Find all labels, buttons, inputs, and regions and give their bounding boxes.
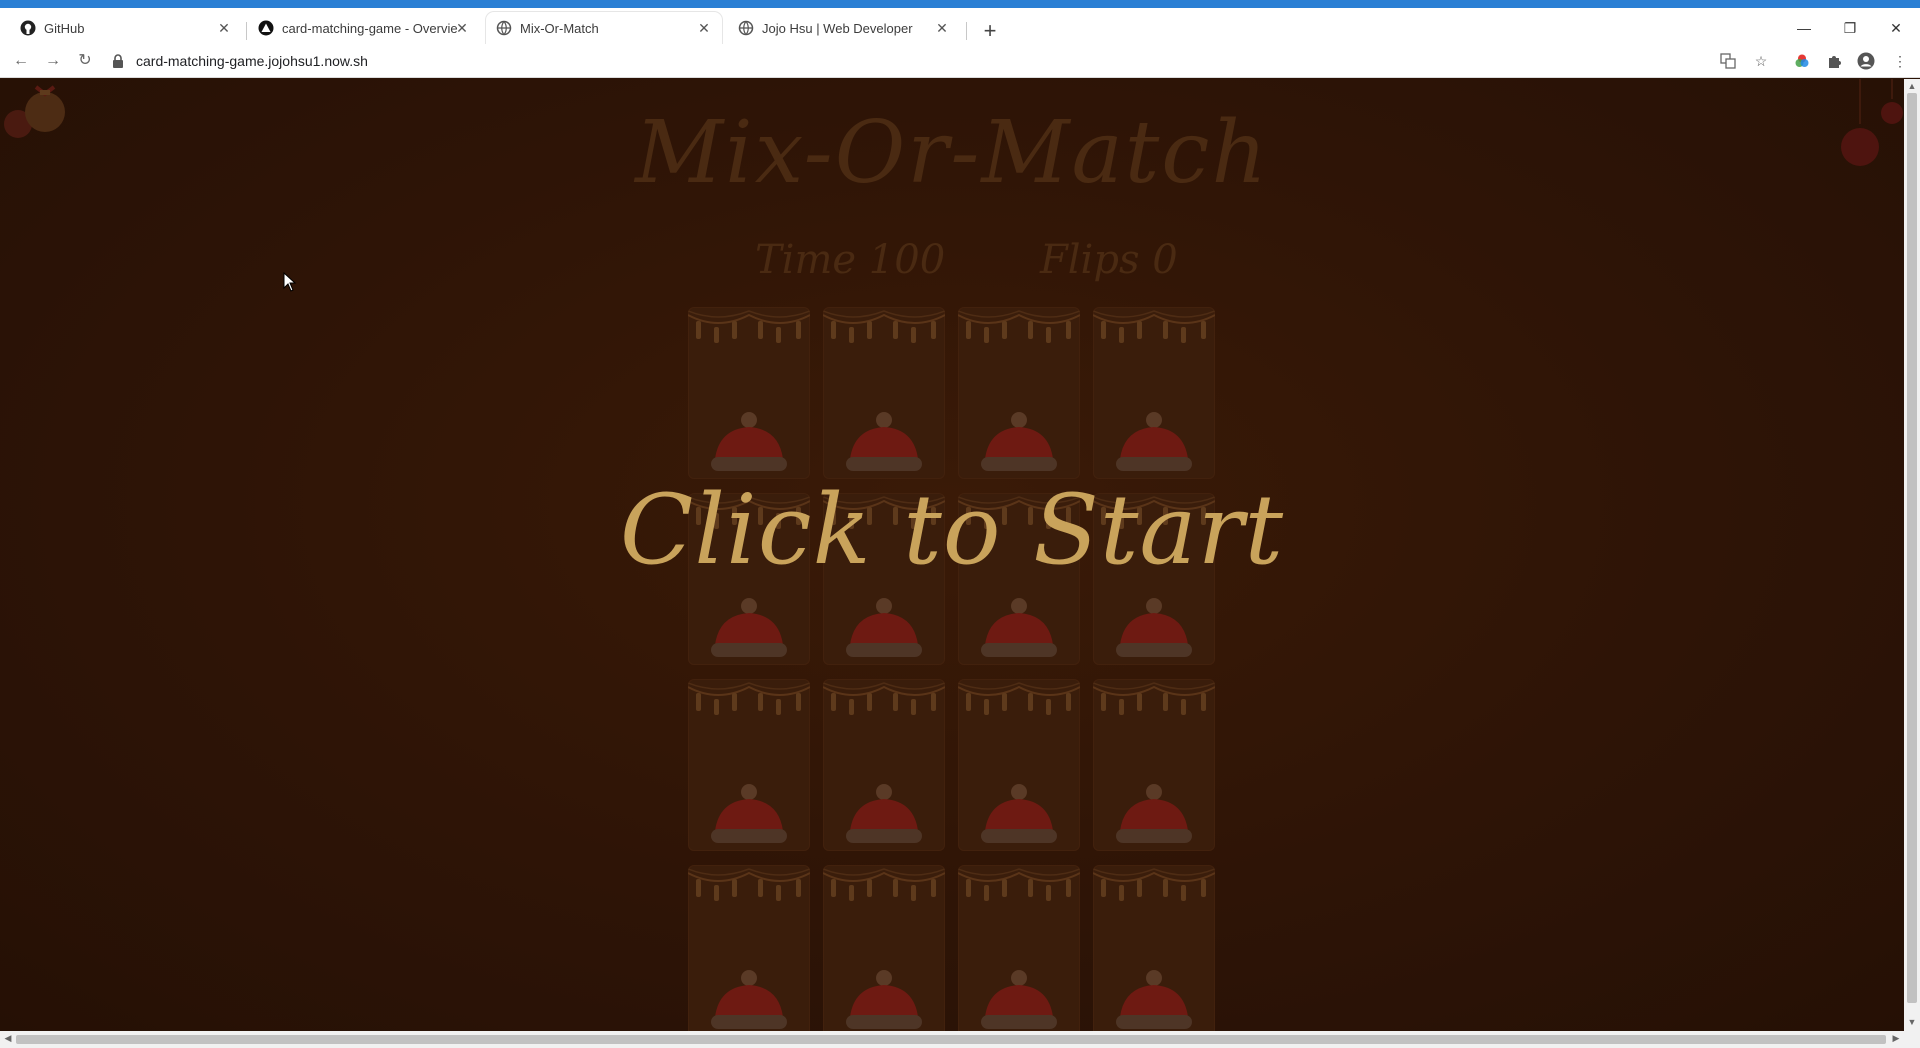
- scroll-down-arrow-icon[interactable]: ▼: [1904, 1017, 1920, 1027]
- tab-title: GitHub: [44, 20, 85, 36]
- click-to-start-text[interactable]: Click to Start: [0, 474, 1904, 586]
- address-bar[interactable]: card-matching-game.jojohsu1.now.sh: [112, 47, 1752, 75]
- color-extension-icon[interactable]: [1792, 51, 1812, 71]
- new-tab-button[interactable]: +: [978, 20, 1002, 42]
- tab-title: card-matching-game - Overvie: [282, 20, 458, 36]
- globe-icon: [738, 20, 754, 36]
- lock-icon: [112, 54, 126, 68]
- scroll-up-arrow-icon[interactable]: ▲: [1904, 81, 1920, 91]
- tab-github[interactable]: GitHub ✕: [10, 12, 242, 44]
- tab-separator: [246, 22, 247, 40]
- game-page: Mix-Or-Match Time 100 Flips 0 Click to S…: [0, 79, 1904, 1031]
- close-icon[interactable]: ✕: [454, 20, 470, 36]
- tab-card-matching-game[interactable]: card-matching-game - Overvie ✕: [248, 12, 480, 44]
- tab-strip: GitHub ✕ card-matching-game - Overvie ✕ …: [0, 8, 1920, 44]
- close-window-icon[interactable]: ✕: [1886, 20, 1906, 37]
- globe-icon: [496, 20, 512, 36]
- scroll-left-arrow-icon[interactable]: ◀: [0, 1033, 16, 1044]
- window-titlebar-accent: [0, 0, 1920, 8]
- close-icon[interactable]: ✕: [696, 20, 712, 36]
- tab-title: Jojo Hsu | Web Developer: [762, 20, 913, 36]
- vertical-scrollbar[interactable]: ▲ ▼: [1904, 79, 1920, 1031]
- mouse-cursor-icon: [283, 272, 297, 292]
- tab-separator: [966, 22, 967, 40]
- browser-toolbar: ← → ↻ card-matching-game.jojohsu1.now.sh…: [0, 44, 1920, 78]
- bookmark-star-icon[interactable]: ☆: [1751, 51, 1771, 71]
- profile-avatar-icon[interactable]: [1856, 51, 1876, 71]
- tab-title: Mix-Or-Match: [520, 20, 599, 36]
- vercel-icon: [258, 20, 274, 36]
- reload-icon[interactable]: ↻: [74, 50, 96, 72]
- tab-jojo-hsu[interactable]: Jojo Hsu | Web Developer ✕: [728, 12, 960, 44]
- scroll-right-arrow-icon[interactable]: ▶: [1888, 1033, 1904, 1044]
- translate-icon[interactable]: [1718, 51, 1738, 71]
- github-icon: [20, 20, 36, 36]
- horizontal-scrollbar[interactable]: ◀ ▶: [0, 1031, 1920, 1048]
- url-text: card-matching-game.jojohsu1.now.sh: [136, 53, 368, 69]
- forward-arrow-icon[interactable]: →: [42, 50, 64, 72]
- horizontal-scroll-thumb[interactable]: [16, 1035, 1886, 1044]
- browser-menu-icon[interactable]: ⋮: [1890, 51, 1910, 71]
- start-overlay[interactable]: Click to Start: [0, 79, 1904, 1031]
- vertical-scroll-thumb[interactable]: [1907, 93, 1917, 1003]
- back-arrow-icon[interactable]: ←: [10, 50, 32, 72]
- extensions-puzzle-icon[interactable]: [1824, 51, 1844, 71]
- restore-icon[interactable]: ❐: [1840, 20, 1860, 37]
- close-icon[interactable]: ✕: [934, 20, 950, 36]
- tab-mix-or-match[interactable]: Mix-Or-Match ✕: [486, 12, 722, 44]
- minimize-icon[interactable]: —: [1794, 20, 1814, 36]
- close-icon[interactable]: ✕: [216, 20, 232, 36]
